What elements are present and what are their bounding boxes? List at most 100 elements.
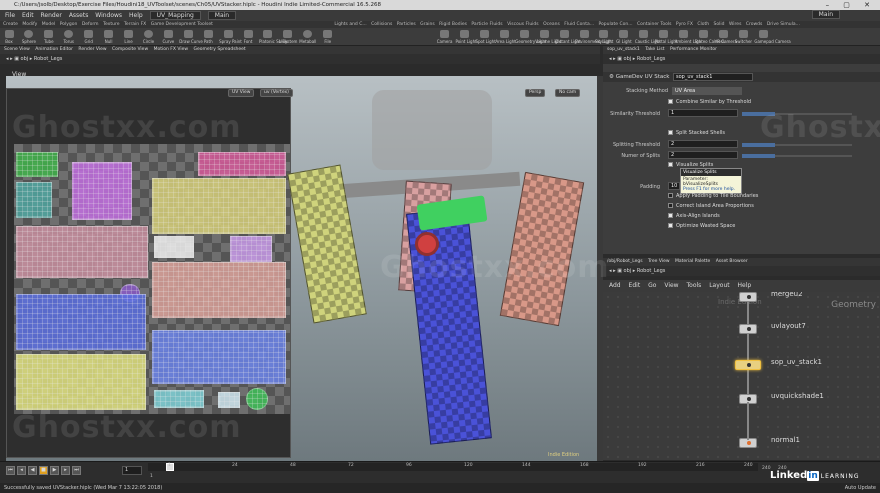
tool-sphere[interactable]: Sphere bbox=[20, 28, 38, 45]
tool-sky-light[interactable]: Sky Light bbox=[595, 28, 613, 45]
menu-windows[interactable]: Windows bbox=[95, 12, 122, 19]
tool-curve[interactable]: Curve bbox=[159, 28, 177, 45]
tab-geometry-spreadsheet[interactable]: Geometry Spreadsheet bbox=[193, 47, 245, 52]
jump-end-button[interactable]: ⏭ bbox=[72, 466, 81, 475]
node-selected[interactable] bbox=[735, 360, 761, 370]
tool-box[interactable]: Box bbox=[0, 28, 18, 45]
tab-material-palette[interactable]: Material Palette bbox=[675, 259, 710, 264]
network-editor[interactable]: Geometry Indie Edition mergeu2 uvlayout7… bbox=[603, 292, 880, 460]
tool-file[interactable]: File bbox=[319, 28, 337, 45]
shelf-tab[interactable]: Terrain FX bbox=[124, 22, 146, 27]
step-back-button[interactable]: ◂ bbox=[17, 466, 26, 475]
shelf-tab[interactable]: Populate Con... bbox=[599, 22, 633, 27]
menu-render[interactable]: Render bbox=[41, 12, 62, 19]
splitting-threshold-field[interactable]: 2 bbox=[668, 140, 738, 148]
tool-distant-light[interactable]: Distant Light bbox=[555, 28, 581, 45]
tool-path[interactable]: Path bbox=[199, 28, 217, 45]
timeline-scrubber[interactable] bbox=[148, 463, 758, 471]
play-reverse-button[interactable]: ◀ bbox=[28, 466, 37, 475]
shelf-tab[interactable]: Particle Fluids bbox=[471, 22, 502, 27]
tool-line[interactable]: Line bbox=[120, 28, 138, 45]
tool-null[interactable]: Null bbox=[100, 28, 118, 45]
shelf-tab[interactable]: Game Development Toolset bbox=[151, 22, 213, 27]
net-menu-layout[interactable]: Layout bbox=[709, 282, 729, 289]
jump-start-button[interactable]: ⏮ bbox=[6, 466, 15, 475]
net-menu-go[interactable]: Go bbox=[648, 282, 656, 289]
shelf-tab[interactable]: Fluid Conta... bbox=[564, 22, 594, 27]
path-node[interactable]: Robot_Legs bbox=[34, 56, 63, 62]
shelf-tab[interactable]: Collisions bbox=[371, 22, 392, 27]
tab-tree-view[interactable]: Tree View bbox=[648, 259, 670, 264]
tool-stereo-camera[interactable]: Stereo Camera bbox=[695, 28, 725, 45]
shelf-tab[interactable]: Model bbox=[42, 22, 56, 27]
shelf-tab[interactable]: Particles bbox=[397, 22, 416, 27]
menu-file[interactable]: File bbox=[5, 12, 15, 19]
padding-field[interactable]: 10 bbox=[668, 182, 680, 190]
shelf-tab[interactable]: Container Tools bbox=[637, 22, 672, 27]
tool-ambient-light[interactable]: Ambient Light bbox=[675, 28, 703, 45]
tool-portal-light[interactable]: Portal Light bbox=[655, 28, 677, 45]
tool-tube[interactable]: Tube bbox=[40, 28, 58, 45]
shelf-tab[interactable]: Wires bbox=[729, 22, 741, 27]
shelf-tab[interactable]: Rigid Bodies bbox=[439, 22, 467, 27]
shelf-tab[interactable]: Create bbox=[3, 22, 18, 27]
tool-lsystem[interactable]: L-System bbox=[279, 28, 297, 45]
main-selector-right[interactable]: Main bbox=[811, 10, 840, 19]
shelf-tab[interactable]: Cloth bbox=[697, 22, 709, 27]
num-splits-slider[interactable] bbox=[742, 154, 852, 158]
tool-geometry-light[interactable]: Geometry Light bbox=[515, 28, 546, 45]
shelf-tab[interactable]: Deform bbox=[82, 22, 99, 27]
path-obj[interactable]: obj bbox=[624, 268, 632, 274]
play-button[interactable]: ▶ bbox=[50, 466, 59, 475]
tool-switcher[interactable]: Switcher bbox=[734, 28, 752, 45]
main-selector[interactable]: Main bbox=[207, 11, 237, 20]
combine-similar-checkbox[interactable]: Combine Similar by Threshold bbox=[668, 99, 751, 105]
tab-animation-editor[interactable]: Animation Editor bbox=[35, 47, 73, 52]
stacking-method-dropdown[interactable]: UV Area bbox=[672, 87, 742, 95]
tool-spot-light[interactable]: Spot Light bbox=[475, 28, 496, 45]
similarity-threshold-field[interactable]: 1 bbox=[668, 109, 738, 117]
split-stacked-checkbox[interactable]: Split Stacked Shells bbox=[668, 130, 725, 136]
tool-spray-paint[interactable]: Spray Paint bbox=[219, 28, 242, 45]
node[interactable] bbox=[739, 324, 757, 334]
tab-scene-view[interactable]: Scene View bbox=[4, 47, 30, 52]
path-obj[interactable]: obj bbox=[624, 56, 632, 62]
shelf-tab[interactable]: Grains bbox=[420, 22, 435, 27]
stop-button[interactable]: ■ bbox=[39, 466, 48, 475]
menu-edit[interactable]: Edit bbox=[22, 12, 34, 19]
tab-composite-view[interactable]: Composite View bbox=[112, 47, 148, 52]
uv-attribute-button[interactable]: uv (Vertex) bbox=[260, 89, 293, 97]
gear-icon[interactable]: ⚙ bbox=[609, 74, 616, 80]
tool-torus[interactable]: Torus bbox=[60, 28, 78, 45]
tab-take-list[interactable]: Take List bbox=[645, 47, 664, 52]
tool-metaball[interactable]: Metaball bbox=[299, 28, 317, 45]
shelf-tab[interactable]: Viscous Fluids bbox=[507, 22, 539, 27]
shelf-tab[interactable]: Pyro FX bbox=[676, 22, 693, 27]
shelf-tab[interactable]: Lights and C... bbox=[334, 22, 366, 27]
persp-button[interactable]: Persp bbox=[525, 89, 546, 97]
tool-font[interactable]: Font bbox=[239, 28, 257, 45]
shelf-tab[interactable]: Crowds bbox=[746, 22, 763, 27]
shelf-tab[interactable]: Polygon bbox=[60, 22, 78, 27]
current-frame-field[interactable]: 1 bbox=[122, 466, 142, 475]
optimize-space-checkbox[interactable]: Optimize Wasted Space bbox=[668, 223, 735, 229]
range-start[interactable]: 1 bbox=[150, 474, 153, 479]
tab-performance-monitor[interactable]: Performance Monitor bbox=[670, 47, 717, 52]
net-menu-help[interactable]: Help bbox=[738, 282, 752, 289]
path-node[interactable]: Robot_Legs bbox=[637, 268, 666, 274]
shelf-tab[interactable]: Drive Simula... bbox=[767, 22, 800, 27]
node-name-field[interactable]: sop_uv_stack1 bbox=[673, 73, 753, 81]
shelf-tab[interactable]: Oceans bbox=[543, 22, 560, 27]
tab-network[interactable]: /obj/Robot_Legs bbox=[607, 259, 643, 264]
tool-draw-curve[interactable]: Draw Curve bbox=[179, 28, 203, 45]
tool-volume-light[interactable]: Volume Light bbox=[535, 28, 561, 45]
tool-platonic[interactable]: Platonic Solids bbox=[259, 28, 288, 45]
tool-caustic-light[interactable]: Caustic Light bbox=[635, 28, 661, 45]
desktop-selector[interactable]: UV_Mapping bbox=[149, 11, 201, 20]
axis-align-checkbox[interactable]: Axis-Align Islands bbox=[668, 213, 720, 219]
shelf-tab[interactable]: Texture bbox=[103, 22, 119, 27]
correct-island-checkbox[interactable]: Correct Island Area Proportions bbox=[668, 203, 754, 209]
path-obj[interactable]: obj bbox=[21, 56, 29, 62]
tool-vr-camera[interactable]: VR Camera bbox=[715, 28, 737, 45]
apply-padding-checkbox[interactable]: Apply Padding to Tile Boundaries bbox=[668, 193, 758, 199]
